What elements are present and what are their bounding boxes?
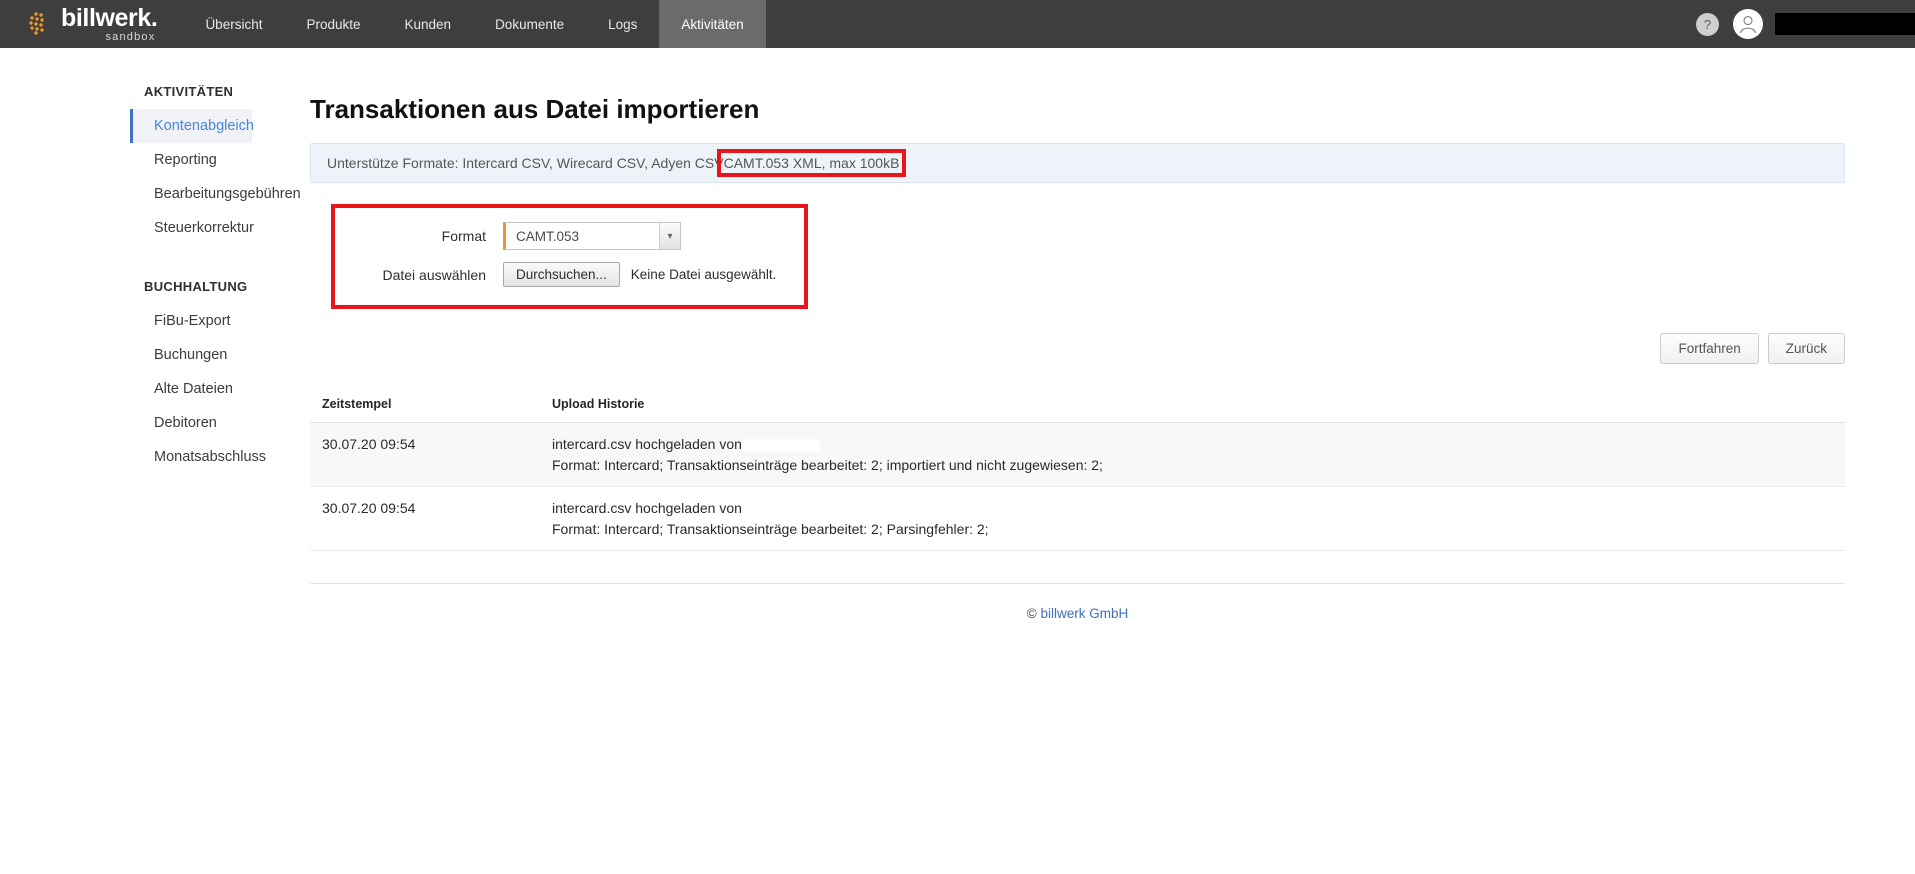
format-select[interactable]: CAMT.053 ▾ <box>503 222 681 250</box>
column-header-upload-historie: Upload Historie <box>540 397 1845 423</box>
table-head: Zeitstempel Upload Historie <box>310 397 1845 423</box>
format-label: Format <box>441 228 486 244</box>
supported-formats-highlight: CAMT.053 XML, max 100kB <box>716 149 907 177</box>
table-row: 30.07.20 09:54 intercard.csv hochgeladen… <box>310 422 1845 487</box>
sidebar-item-steuerkorrektur[interactable]: Steuerkorrektur <box>130 211 254 245</box>
footer: © billwerk GmbH <box>310 583 1845 621</box>
page-title: Transaktionen aus Datei importieren <box>310 94 760 124</box>
uploader-name-redacted <box>741 438 820 452</box>
row-history-line1: intercard.csv hochgeladen von <box>552 436 1845 452</box>
brand-logo-link[interactable]: billwerk. sandbox <box>0 0 183 48</box>
user-name-redacted <box>1775 13 1915 35</box>
table-row: 30.07.20 09:54 intercard.csv hochgeladen… <box>310 486 1845 551</box>
row-timestamp: 30.07.20 09:54 <box>310 422 540 487</box>
sidebar-item-alte-dateien[interactable]: Alte Dateien <box>130 372 252 406</box>
sidebar-group-title-aktivitaeten: AKTIVITÄTEN <box>144 84 234 99</box>
table-body: 30.07.20 09:54 intercard.csv hochgeladen… <box>310 422 1845 551</box>
row-history-line2: Format: Intercard; Transaktionseinträge … <box>552 521 989 537</box>
top-navigation-bar: billwerk. sandbox Übersicht Produkte Kun… <box>0 0 1915 48</box>
format-select-value: CAMT.053 <box>516 228 580 244</box>
file-row: Datei auswählen Durchsuchen... Keine Dat… <box>343 262 776 287</box>
sidebar-item-fibu-export[interactable]: FiBu-Export <box>130 304 252 338</box>
row-history-line1-text: intercard.csv hochgeladen von <box>552 436 742 452</box>
nav-item-uebersicht[interactable]: Übersicht <box>183 0 284 48</box>
row-history-cell: intercard.csv hochgeladen von Format: In… <box>540 422 1845 487</box>
footer-company-link[interactable]: billwerk GmbH <box>1040 606 1128 621</box>
row-history-cell: intercard.csv hochgeladen von Format: In… <box>540 486 1845 551</box>
browse-file-button[interactable]: Durchsuchen... <box>503 262 620 287</box>
sidebar-item-reporting[interactable]: Reporting <box>130 143 252 177</box>
main-content: Transaktionen aus Datei importieren Unte… <box>252 84 1915 621</box>
sidebar-item-debitoren[interactable]: Debitoren <box>130 406 252 440</box>
brand-environment-label: sandbox <box>105 30 156 43</box>
nav-item-produkte[interactable]: Produkte <box>284 0 382 48</box>
row-history-line2: Format: Intercard; Transaktionseinträge … <box>552 457 1103 473</box>
row-timestamp: 30.07.20 09:54 <box>310 486 540 551</box>
nav-item-kunden[interactable]: Kunden <box>383 0 474 48</box>
user-avatar-icon[interactable] <box>1733 9 1763 39</box>
nav-item-aktivitaeten[interactable]: Aktivitäten <box>659 0 766 48</box>
billwerk-dots-logo-icon <box>28 11 54 37</box>
import-form-highlight-box: Format CAMT.053 ▾ Datei auswählen Durchs… <box>331 204 809 309</box>
sidebar-item-kontenabgleich[interactable]: Kontenabgleich <box>130 109 254 143</box>
file-selection-status: Keine Datei ausgewählt. <box>630 267 777 282</box>
nav-item-dokumente[interactable]: Dokumente <box>473 0 586 48</box>
chevron-down-icon: ▾ <box>659 223 680 249</box>
supported-formats-text: Unterstütze Formate: Intercard CSV, Wire… <box>327 155 724 171</box>
back-button[interactable]: Zurück <box>1767 333 1845 364</box>
nav-right-cluster: ? <box>1696 0 1915 48</box>
question-mark-icon[interactable]: ? <box>1696 12 1719 36</box>
page-body: AKTIVITÄTEN Kontenabgleich Reporting Bea… <box>0 48 1915 621</box>
brand-name: billwerk. <box>61 3 158 32</box>
sidebar-item-bearbeitungsgebuehren[interactable]: Bearbeitungsgebühren <box>130 177 301 211</box>
table-header-row: Zeitstempel Upload Historie <box>310 397 1845 423</box>
row-history-line1: intercard.csv hochgeladen von <box>552 500 742 516</box>
upload-history-table: Zeitstempel Upload Historie 30.07.20 09:… <box>310 397 1845 551</box>
copyright-symbol: © <box>1026 606 1037 621</box>
sidebar-group-title-buchhaltung: BUCHHALTUNG <box>144 279 248 294</box>
nav-item-logs[interactable]: Logs <box>586 0 659 48</box>
sidebar-group-aktivitaeten: AKTIVITÄTEN Kontenabgleich Reporting Bea… <box>130 84 301 245</box>
file-select-label: Datei auswählen <box>382 266 486 283</box>
column-header-zeitstempel: Zeitstempel <box>310 397 540 423</box>
continue-button[interactable]: Fortfahren <box>1660 333 1759 364</box>
supported-formats-info-bar: Unterstütze Formate: Intercard CSV, Wire… <box>310 143 1845 183</box>
sidebar: AKTIVITÄTEN Kontenabgleich Reporting Bea… <box>0 84 301 621</box>
sidebar-group-buchhaltung: BUCHHALTUNG FiBu-Export Buchungen Alte D… <box>130 279 266 474</box>
primary-nav: Übersicht Produkte Kunden Dokumente Logs… <box>183 0 766 48</box>
format-row: Format CAMT.053 ▾ <box>343 222 776 250</box>
sidebar-item-buchungen[interactable]: Buchungen <box>130 338 252 372</box>
sidebar-item-monatsabschluss[interactable]: Monatsabschluss <box>130 440 266 474</box>
form-action-buttons: Fortfahren Zurück <box>310 333 1845 364</box>
